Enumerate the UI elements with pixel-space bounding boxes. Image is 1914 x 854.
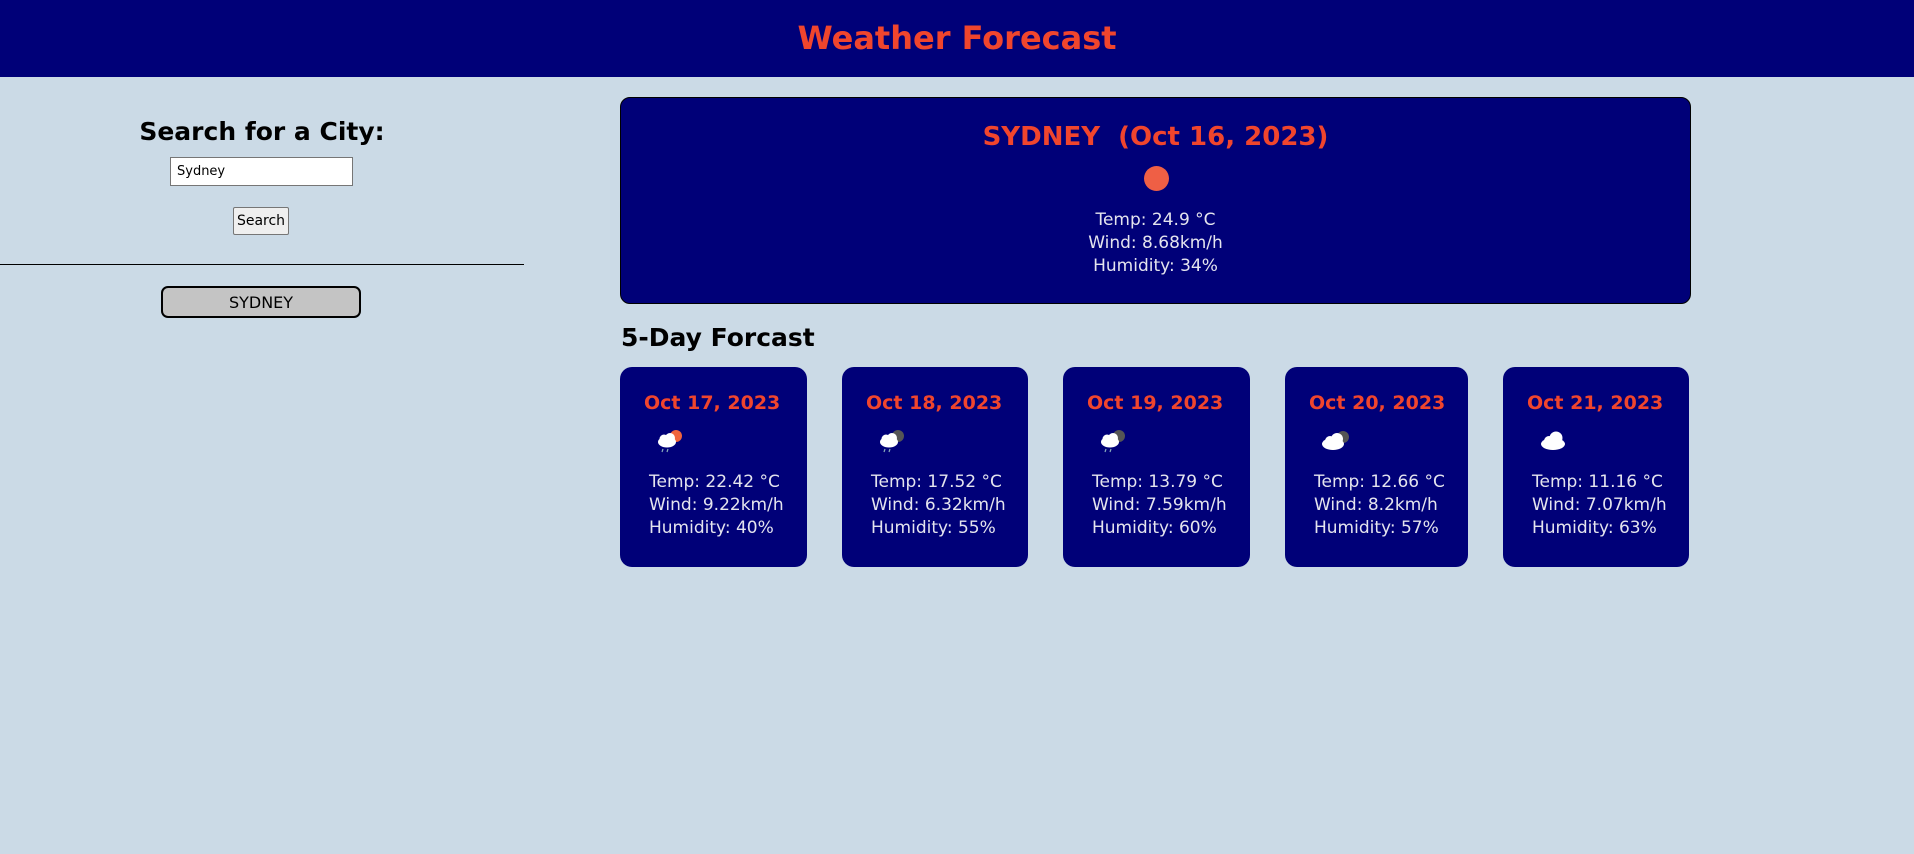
current-city-date: SYDNEY (Oct 16, 2023) <box>982 122 1329 152</box>
current-wind: Wind: 8.68km/h <box>1088 233 1223 253</box>
current-humidity: Humidity: 34% <box>1093 256 1218 276</box>
forecast-humidity: Humidity: 40% <box>649 518 774 538</box>
sun-icon <box>1144 166 1169 191</box>
forecast-temp: Temp: 12.66 °C <box>1314 472 1445 492</box>
sidebar-divider <box>0 264 524 265</box>
forecast-humidity: Humidity: 60% <box>1092 518 1217 538</box>
page-header: Weather Forecast <box>0 0 1914 77</box>
forecast-date: Oct 17, 2023 <box>644 392 781 414</box>
forecast-date: Oct 19, 2023 <box>1087 392 1224 414</box>
forecast-date: Oct 18, 2023 <box>866 392 1003 414</box>
sun-behind-rain-cloud-icon <box>658 430 682 453</box>
cloud-icon <box>1541 431 1565 450</box>
page-title: Weather Forecast <box>797 19 1117 57</box>
moon-behind-rain-cloud-icon <box>880 430 904 453</box>
moon-behind-cloud-icon <box>1322 431 1349 450</box>
forecast-card: Oct 19, 2023 Temp: 13.79 °C Wind: 7.59km… <box>1063 367 1250 567</box>
forecast-wind: Wind: 8.2km/h <box>1314 495 1438 515</box>
forecast-stats: Temp: 12.66 °C Wind: 8.2km/h Humidity: 5… <box>1314 471 1445 540</box>
forecast-heading: 5-Day Forcast <box>621 323 815 352</box>
forecast-stats: Temp: 11.16 °C Wind: 7.07km/h Humidity: … <box>1532 471 1667 540</box>
forecast-date: Oct 20, 2023 <box>1309 392 1446 414</box>
forecast-humidity: Humidity: 55% <box>871 518 996 538</box>
forecast-stats: Temp: 17.52 °C Wind: 6.32km/h Humidity: … <box>871 471 1006 540</box>
forecast-wind: Wind: 6.32km/h <box>871 495 1006 515</box>
forecast-stats: Temp: 13.79 °C Wind: 7.59km/h Humidity: … <box>1092 471 1227 540</box>
forecast-card: Oct 20, 2023 Temp: 12.66 °C Wind: 8.2km/… <box>1285 367 1468 567</box>
forecast-temp: Temp: 17.52 °C <box>871 472 1002 492</box>
forecast-humidity: Humidity: 63% <box>1532 518 1657 538</box>
forecast-temp: Temp: 13.79 °C <box>1092 472 1223 492</box>
forecast-humidity: Humidity: 57% <box>1314 518 1439 538</box>
forecast-wind: Wind: 9.22km/h <box>649 495 784 515</box>
city-search-input[interactable] <box>170 157 353 186</box>
forecast-wind: Wind: 7.59km/h <box>1092 495 1227 515</box>
forecast-temp: Temp: 22.42 °C <box>649 472 780 492</box>
forecast-temp: Temp: 11.16 °C <box>1532 472 1663 492</box>
moon-behind-rain-cloud-icon <box>1101 430 1125 453</box>
history-city-button[interactable]: SYDNEY <box>161 286 361 318</box>
current-weather-card: SYDNEY (Oct 16, 2023) Temp: 24.9 °C Wind… <box>620 97 1691 304</box>
search-button[interactable]: Search <box>233 207 289 235</box>
forecast-wind: Wind: 7.07km/h <box>1532 495 1667 515</box>
current-stats: Temp: 24.9 °C Wind: 8.68km/h Humidity: 3… <box>621 209 1690 278</box>
forecast-stats: Temp: 22.42 °C Wind: 9.22km/h Humidity: … <box>649 471 784 540</box>
sidebar: Search for a City: Search SYDNEY <box>0 77 524 377</box>
search-heading: Search for a City: <box>139 117 385 146</box>
forecast-card: Oct 17, 2023 Temp: 22.42 °C Wind: 9.22km… <box>620 367 807 567</box>
forecast-card: Oct 18, 2023 Temp: 17.52 °C Wind: 6.32km… <box>842 367 1028 567</box>
forecast-card: Oct 21, 2023 Temp: 11.16 °C Wind: 7.07km… <box>1503 367 1689 567</box>
current-temp: Temp: 24.9 °C <box>1095 210 1216 230</box>
forecast-date: Oct 21, 2023 <box>1527 392 1664 414</box>
